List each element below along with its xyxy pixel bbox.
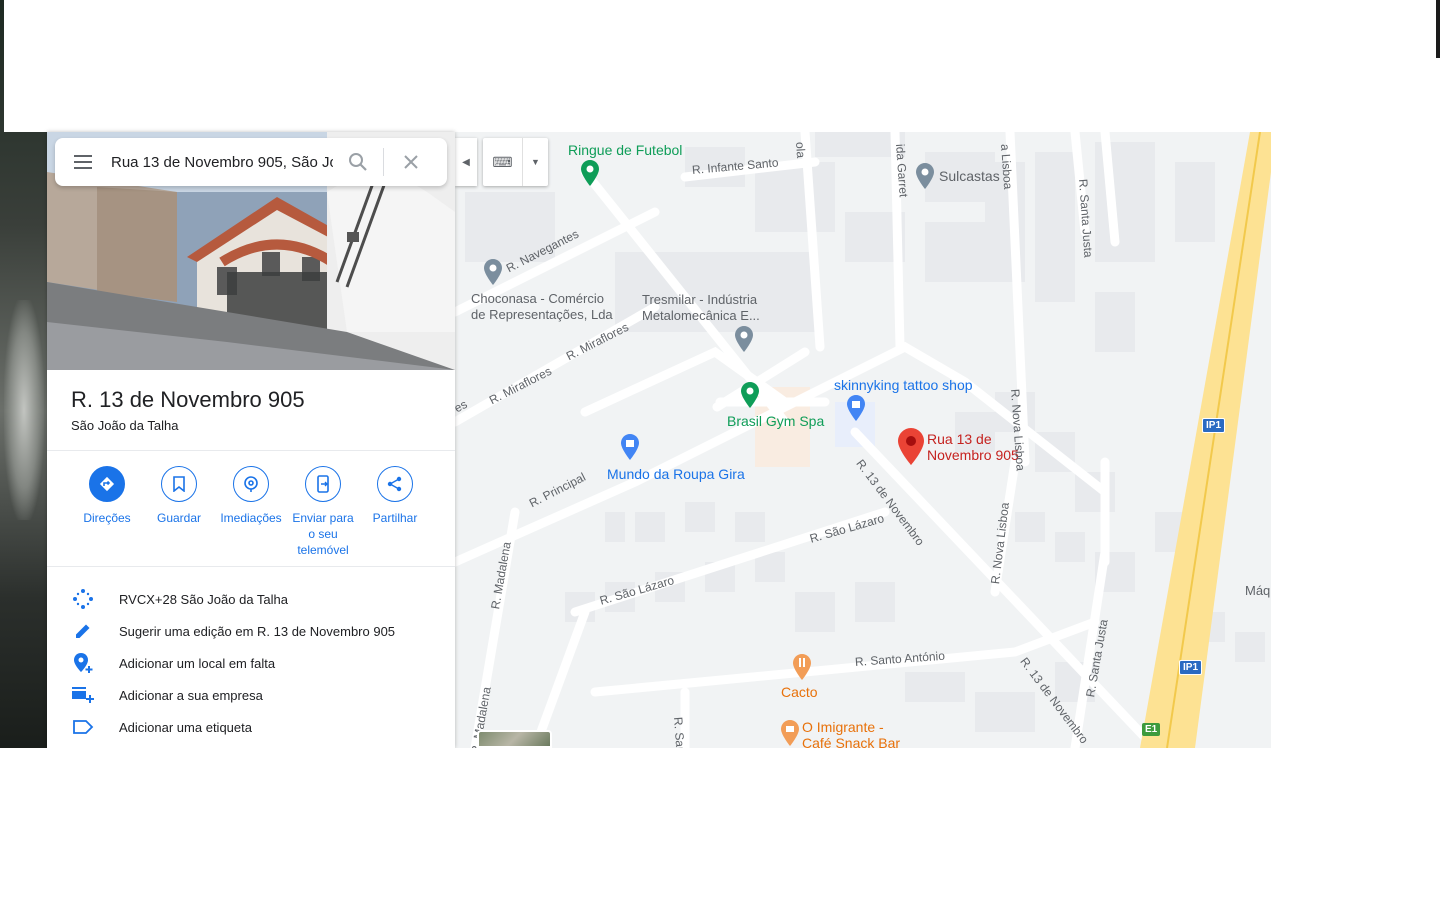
pin-label[interactable]: Novembro 905 <box>927 447 1019 463</box>
close-icon <box>404 155 418 169</box>
directions-button[interactable]: Direções <box>71 466 143 558</box>
place-subtitle: São João da Talha <box>71 418 179 433</box>
search-input[interactable]: Rua 13 de Novembro 905, São Jo <box>111 154 333 171</box>
poi-label[interactable]: de Representações, Lda <box>471 307 613 322</box>
directions-icon <box>99 476 115 492</box>
action-label: Partilhar <box>372 511 418 525</box>
action-label: Guardar <box>156 511 202 525</box>
search-button[interactable] <box>333 152 383 172</box>
poi-label[interactable]: Mundo da Roupa Gira <box>607 467 745 482</box>
road-label: ola <box>793 141 809 159</box>
plus-code-icon <box>73 589 93 609</box>
search-icon <box>349 153 367 171</box>
suggest-edit-row[interactable]: Sugerir uma edição em R. 13 de Novembro … <box>47 615 455 647</box>
info-text: Adicionar um local em falta <box>119 655 276 671</box>
highway-badge: IP1 <box>1179 660 1203 675</box>
highway-badge: IP1 <box>1202 418 1226 433</box>
map-canvas[interactable]: Ringue de Futebol Sulcastas Choconasa - … <box>455 132 1271 748</box>
add-business-icon <box>72 687 94 703</box>
nearby-icon <box>244 476 258 492</box>
poi-label[interactable]: Choconasa - Comércio <box>471 291 604 306</box>
label-icon <box>73 720 94 734</box>
shopping-pin-icon[interactable] <box>847 395 865 423</box>
poi-label[interactable]: skinnyking tattoo shop <box>834 378 973 393</box>
top-blank-area <box>4 0 1436 132</box>
add-missing-place-row[interactable]: Adicionar um local em falta <box>47 647 455 679</box>
poi-label[interactable]: Ringue de Futebol <box>568 143 682 158</box>
save-button[interactable]: Guardar <box>143 466 215 558</box>
send-to-phone-button[interactable]: Enviar para o seu telemóvel <box>287 466 359 558</box>
share-icon <box>387 476 402 492</box>
layers-thumbnail[interactable] <box>477 730 552 748</box>
bottom-blank-area <box>0 748 1440 900</box>
input-tools-control[interactable]: ⌨ ▼ <box>483 138 548 186</box>
info-text: Adicionar a sua empresa <box>119 687 263 703</box>
poi-label[interactable]: Sulcastas <box>939 169 1000 184</box>
poi-pin-green[interactable] <box>741 382 759 410</box>
poi-label[interactable]: Máqui <box>1245 583 1271 598</box>
poi-pin-green[interactable] <box>581 160 599 188</box>
shopping-pin-icon[interactable] <box>621 434 639 462</box>
pencil-icon <box>76 624 90 638</box>
info-text: Sugerir uma edição em R. 13 de Novembro … <box>119 623 396 639</box>
clear-search-button[interactable] <box>384 155 438 169</box>
divider <box>47 450 455 451</box>
share-button[interactable]: Partilhar <box>359 466 431 558</box>
send-to-phone-icon <box>317 475 329 493</box>
hamburger-menu-icon <box>74 155 92 169</box>
poi-label[interactable]: Tresmilar - Indústria <box>642 292 757 307</box>
poi-label[interactable]: Metalomecânica E... <box>642 308 760 323</box>
place-title: R. 13 de Novembro 905 <box>71 387 305 412</box>
poi-label[interactable]: Cacto <box>781 685 818 700</box>
poi-label[interactable]: O Imigrante - <box>802 720 884 735</box>
collapse-panel-button[interactable]: ◀ <box>455 138 477 186</box>
search-box: Rua 13 de Novembro 905, São Jo <box>55 138 447 186</box>
menu-button[interactable] <box>55 138 111 186</box>
bookmark-icon <box>173 476 185 492</box>
action-bar: Direções Guardar Imediações Enviar para … <box>71 466 431 558</box>
divider <box>47 566 455 567</box>
poi-pin-gray[interactable] <box>916 163 934 191</box>
add-label-row[interactable]: Adicionar uma etiqueta <box>47 711 455 743</box>
poi-pin-gray[interactable] <box>484 259 502 287</box>
poi-pin-gray[interactable] <box>735 326 753 354</box>
chevron-down-icon[interactable]: ▼ <box>523 157 548 167</box>
info-text: Adicionar uma etiqueta <box>119 719 252 735</box>
nearby-button[interactable]: Imediações <box>215 466 287 558</box>
info-text: RVCX+28 São João da Talha <box>119 591 289 607</box>
window-edge <box>1436 0 1440 58</box>
action-label: Imediações <box>220 511 282 525</box>
restaurant-pin-icon[interactable] <box>793 654 811 682</box>
place-panel: R. 13 de Novembro 905 São João da Talha … <box>47 132 455 748</box>
plus-code-row[interactable]: RVCX+28 São João da Talha <box>47 583 455 615</box>
keyboard-icon[interactable]: ⌨ <box>483 138 523 186</box>
action-label: Direções <box>83 511 131 525</box>
selected-location-pin-icon[interactable] <box>898 428 924 466</box>
action-label: Enviar para o seu telemóvel <box>292 511 354 557</box>
road-label: R. Sant <box>671 716 688 748</box>
cafe-pin-icon[interactable] <box>781 720 799 748</box>
highway-badge: E1 <box>1142 723 1161 736</box>
pin-label[interactable]: Rua 13 de <box>927 431 992 447</box>
poi-label[interactable]: Brasil Gym Spa <box>727 414 824 429</box>
chevron-left-icon: ◀ <box>462 156 470 168</box>
add-place-icon <box>74 653 93 673</box>
poi-label[interactable]: Café Snack Bar <box>802 736 900 749</box>
add-business-row[interactable]: Adicionar a sua empresa <box>47 679 455 711</box>
